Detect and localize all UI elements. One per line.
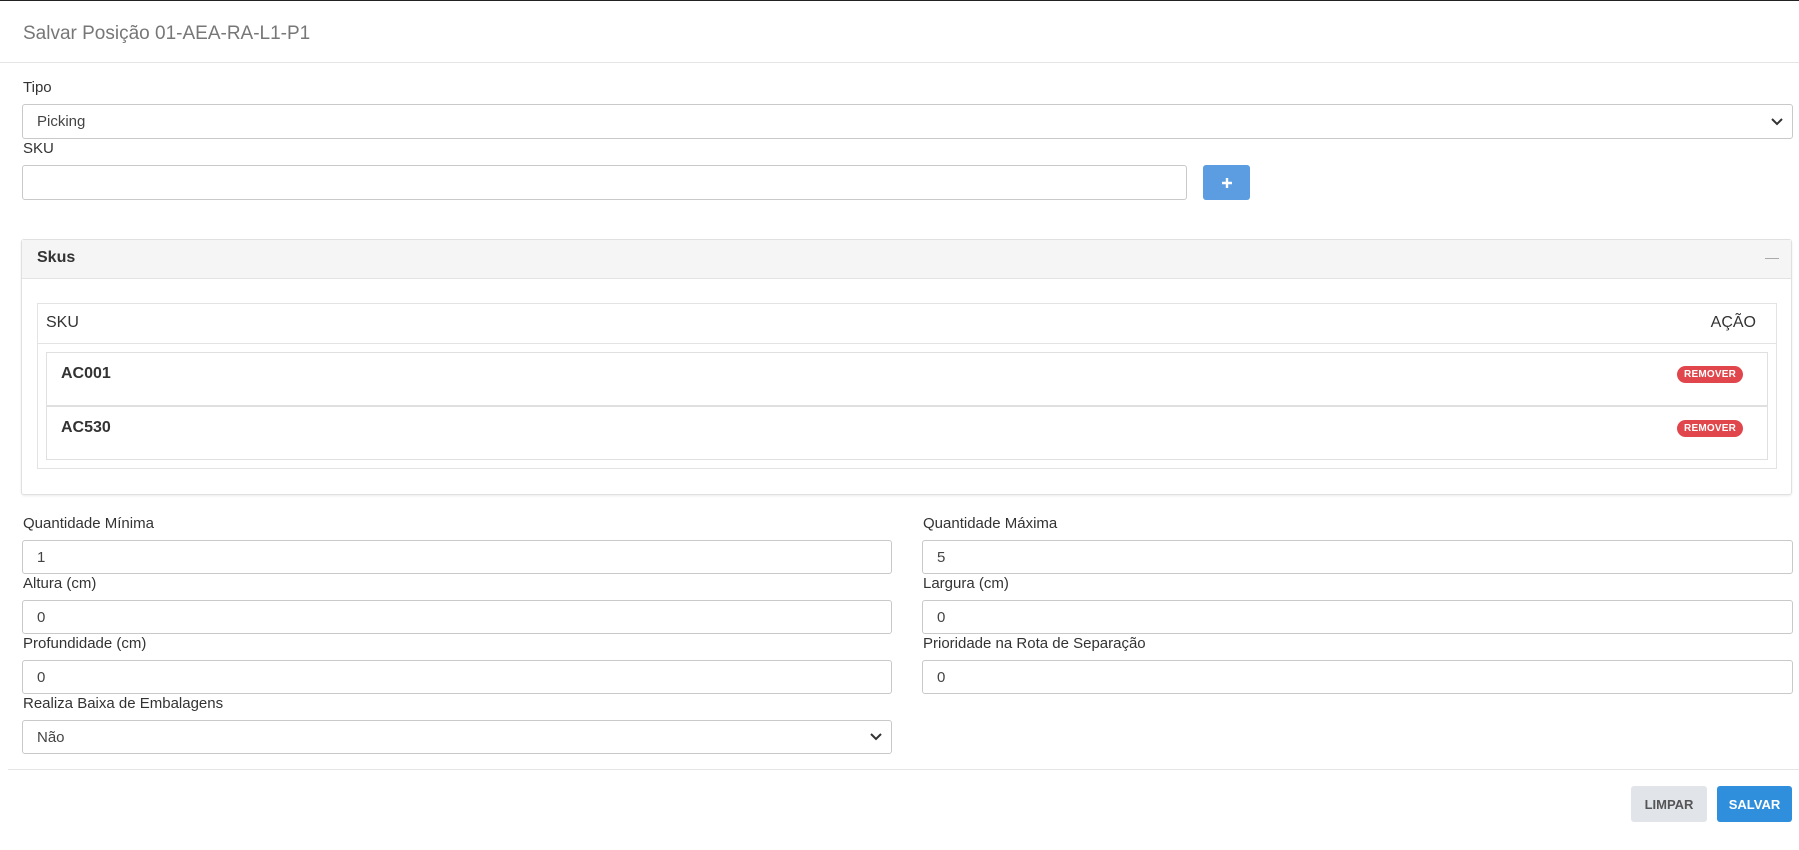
largura-input[interactable]: 0 [922,600,1793,634]
baixa-embalagens-value: Não [37,728,65,746]
footer-divider [8,769,1799,770]
collapse-icon[interactable] [1765,258,1779,259]
sku-input[interactable] [22,165,1187,200]
tipo-label: Tipo [23,79,52,96]
column-header-sku: SKU [46,314,79,331]
quantidade-maxima-label: Quantidade Máxima [923,515,1058,532]
tipo-select[interactable]: Picking [22,104,1793,139]
prioridade-label: Prioridade na Rota de Separação [923,635,1146,652]
altura-label: Altura (cm) [23,575,97,592]
tipo-select-value: Picking [37,113,86,130]
add-sku-button[interactable] [1203,165,1250,200]
skus-panel-title: Skus [37,249,76,266]
header-divider [0,62,1799,63]
table-row: AC001 REMOVER [46,352,1768,406]
chevron-down-icon [870,733,882,741]
quantidade-maxima-value: 5 [937,548,946,566]
chevron-down-icon [1771,117,1783,125]
baixa-embalagens-label: Realiza Baixa de Embalagens [23,695,224,712]
altura-value: 0 [37,608,46,626]
quantidade-minima-value: 1 [37,548,46,566]
largura-value: 0 [937,608,946,626]
prioridade-input[interactable]: 0 [922,660,1793,694]
profundidade-label: Profundidade (cm) [23,635,147,652]
table-row: AC530 REMOVER [46,406,1768,460]
profundidade-value: 0 [37,668,46,686]
quantidade-minima-label: Quantidade Mínima [23,515,154,532]
salvar-button[interactable]: SALVAR [1717,786,1792,822]
sku-cell: AC530 [61,419,111,436]
skus-panel-header: Skus [22,240,1791,279]
quantidade-minima-input[interactable]: 1 [22,540,892,574]
skus-panel: Skus SKU AÇÃO AC001 REMOVER AC530 REMOVE… [21,239,1792,495]
sku-label: SKU [23,140,54,157]
plus-icon [1221,177,1232,188]
largura-label: Largura (cm) [923,575,1009,592]
remove-button[interactable]: REMOVER [1677,366,1743,383]
altura-input[interactable]: 0 [22,600,892,634]
prioridade-value: 0 [937,668,946,686]
column-header-acao: AÇÃO [1710,314,1756,331]
remove-button[interactable]: REMOVER [1677,420,1743,437]
sku-cell: AC001 [61,365,111,382]
skus-table: SKU AÇÃO AC001 REMOVER AC530 REMOVER [37,303,1777,469]
modal-title: Salvar Posição 01-AEA-RA-L1-P1 [23,23,311,44]
baixa-embalagens-select[interactable]: Não [22,720,892,754]
profundidade-input[interactable]: 0 [22,660,892,694]
quantidade-maxima-input[interactable]: 5 [922,540,1793,574]
table-header-divider [38,343,1776,344]
limpar-button[interactable]: LIMPAR [1631,786,1707,822]
